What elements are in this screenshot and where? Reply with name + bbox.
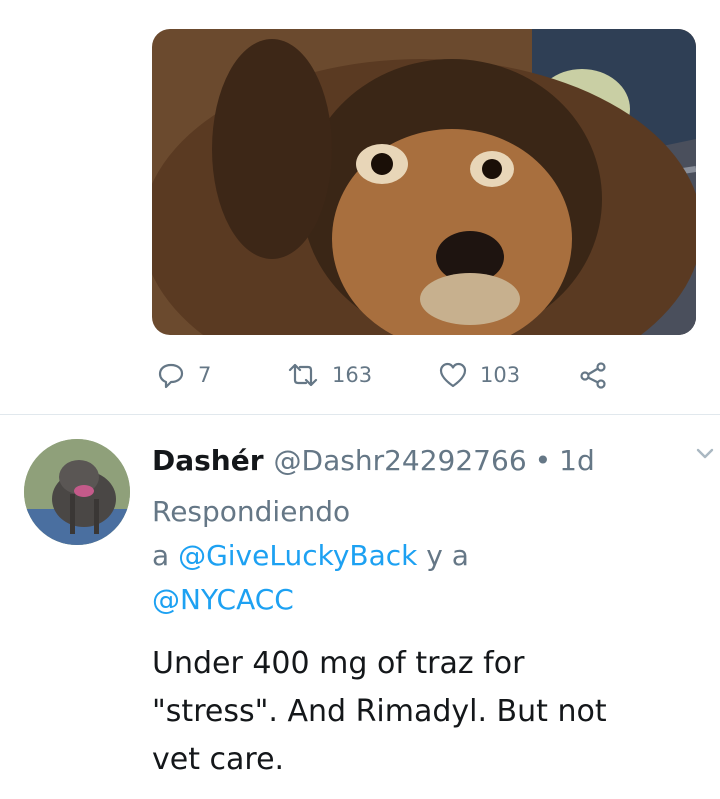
like-count: 103 — [480, 363, 521, 387]
tweet-text-line: "stress". And Rimadyl. But not — [152, 694, 607, 729]
like-action[interactable]: 103 — [438, 358, 520, 392]
reply-icon — [158, 363, 184, 389]
share-icon — [580, 362, 606, 389]
replying-a: a — [152, 539, 170, 572]
tweet-divider — [0, 414, 720, 415]
mention-link[interactable]: @NYCACC — [152, 583, 294, 616]
separator-dot: • — [534, 443, 552, 477]
retweet-count: 163 — [332, 363, 373, 387]
share-action[interactable] — [578, 358, 608, 392]
tweet-text-line: Under 400 mg of traz for — [152, 646, 525, 681]
heart-icon — [439, 362, 467, 388]
reply-action[interactable]: 7 — [156, 358, 211, 392]
avatar[interactable] — [24, 439, 130, 545]
replying-conjunction: y a — [426, 539, 469, 572]
reply-count: 7 — [198, 363, 212, 387]
retweet-action[interactable]: 163 — [286, 358, 372, 392]
display-name[interactable]: Dashér — [152, 444, 264, 477]
replying-prefix: Respondiendo — [152, 495, 351, 528]
user-handle[interactable]: @Dashr24292766 — [274, 444, 527, 477]
replying-to: Respondiendo a @GiveLuckyBack y a @NYCAC… — [152, 490, 469, 622]
dog-photo-image — [152, 29, 696, 335]
tweet-text-line: vet care. — [152, 742, 285, 777]
tweet-action-bar: 7 163 103 — [152, 358, 696, 392]
tweet-text: Under 400 mg of traz for "stress". And R… — [152, 640, 692, 784]
chevron-down-icon[interactable] — [690, 438, 720, 468]
dog-avatar-image — [24, 439, 130, 545]
retweet-icon — [288, 363, 318, 387]
mention-link[interactable]: @GiveLuckyBack — [178, 539, 417, 572]
reply-header: Dashér @Dashr24292766 • 1d — [152, 438, 696, 482]
tweet-photo[interactable] — [152, 29, 696, 335]
tweet-time[interactable]: 1d — [559, 444, 595, 477]
